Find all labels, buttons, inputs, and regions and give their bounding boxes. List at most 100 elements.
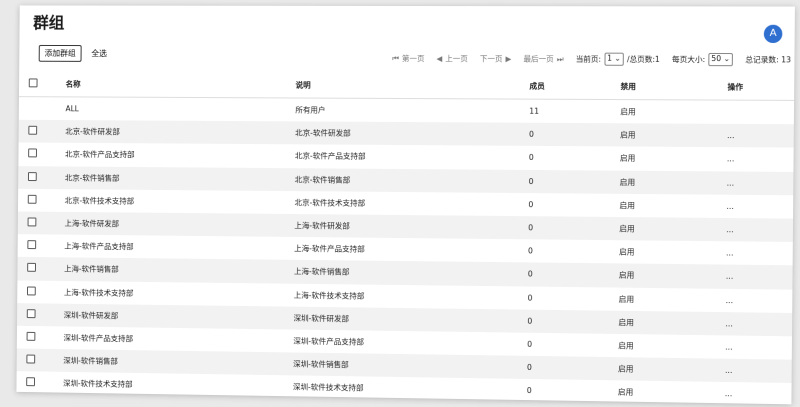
group-status: 启用 bbox=[618, 217, 720, 241]
row-actions-button[interactable]: ... bbox=[719, 335, 792, 360]
header-actions: 操作 bbox=[721, 73, 794, 100]
group-members: 0 bbox=[528, 123, 619, 147]
row-actions-button[interactable]: ... bbox=[721, 147, 794, 171]
row-checkbox[interactable] bbox=[28, 149, 37, 158]
row-checkbox[interactable] bbox=[26, 355, 35, 364]
group-desc: 北京-软件产品支持部 bbox=[294, 145, 528, 170]
header-disabled[interactable]: 禁用 bbox=[619, 73, 721, 100]
select-all-checkbox[interactable] bbox=[28, 78, 37, 87]
row-checkbox[interactable] bbox=[27, 218, 36, 227]
group-status: 启用 bbox=[618, 264, 720, 289]
group-name[interactable]: ALL bbox=[46, 97, 295, 122]
group-members: 0 bbox=[527, 263, 618, 287]
row-checkbox[interactable] bbox=[27, 172, 36, 181]
group-name[interactable]: 上海-软件销售部 bbox=[45, 257, 293, 283]
group-status: 启用 bbox=[617, 357, 719, 382]
group-members: 0 bbox=[526, 309, 617, 334]
header-name[interactable]: 名称 bbox=[46, 71, 295, 98]
group-members: 0 bbox=[526, 286, 617, 310]
row-actions-button[interactable]: ... bbox=[719, 382, 792, 407]
row-actions-button[interactable]: ... bbox=[720, 218, 793, 242]
next-page-link[interactable]: 下一页 bbox=[480, 53, 503, 64]
prev-page-icon: ◀ bbox=[436, 54, 442, 63]
group-desc: 所有用户 bbox=[294, 98, 528, 123]
group-status: 启用 bbox=[617, 381, 719, 406]
group-members: 0 bbox=[527, 216, 618, 240]
groups-page: 群组 A 添加群组 全选 ⏮ 第一页 ◀ 上一页 下一页 ▶ 最后一页 ⏭ 当前… bbox=[16, 5, 794, 404]
row-checkbox[interactable] bbox=[26, 286, 35, 295]
table-header-row: 名称 说明 成员 禁用 操作 bbox=[19, 71, 794, 101]
header-members[interactable]: 成员 bbox=[528, 72, 619, 99]
page-size-label: 每页大小: bbox=[672, 54, 705, 65]
row-checkbox[interactable] bbox=[27, 195, 36, 204]
total-records: 总记录数: 13 bbox=[745, 54, 791, 65]
group-status: 启用 bbox=[618, 194, 720, 218]
row-actions-button[interactable]: ... bbox=[719, 359, 792, 384]
group-status: 启用 bbox=[618, 287, 720, 312]
total-pages: /总页数:1 bbox=[627, 54, 660, 65]
group-status: 启用 bbox=[617, 334, 719, 359]
group-members: 0 bbox=[526, 356, 617, 381]
group-members: 0 bbox=[526, 379, 617, 404]
chevron-down-icon: ⌄ bbox=[614, 54, 620, 63]
group-members: 11 bbox=[528, 99, 619, 123]
last-page-link[interactable]: 最后一页 bbox=[523, 53, 553, 64]
add-group-button[interactable]: 添加群组 bbox=[39, 45, 82, 62]
group-status: 启用 bbox=[618, 240, 720, 264]
pagination: ⏮ 第一页 ◀ 上一页 下一页 ▶ 最后一页 ⏭ 当前页: 1 ⌄ /总页数:1… bbox=[392, 52, 791, 66]
group-status: 启用 bbox=[619, 170, 721, 194]
group-status: 启用 bbox=[617, 310, 719, 335]
chevron-down-icon: ⌄ bbox=[724, 54, 731, 63]
row-actions-button[interactable]: ... bbox=[720, 241, 793, 265]
first-page-link[interactable]: 第一页 bbox=[402, 53, 425, 64]
group-members: 0 bbox=[527, 193, 618, 217]
user-avatar[interactable]: A bbox=[764, 25, 783, 43]
group-desc: 上海-软件产品支持部 bbox=[293, 237, 527, 263]
group-desc: 上海-软件技术支持部 bbox=[293, 283, 527, 309]
first-page-icon: ⏮ bbox=[392, 53, 399, 63]
group-name[interactable]: 北京-软件产品支持部 bbox=[46, 143, 295, 168]
group-members: 0 bbox=[527, 239, 618, 263]
row-checkbox[interactable] bbox=[28, 126, 37, 135]
group-desc: 深圳-软件产品支持部 bbox=[292, 329, 526, 355]
group-name[interactable]: 上海-软件技术支持部 bbox=[44, 280, 292, 306]
group-name[interactable]: 北京-软件销售部 bbox=[45, 166, 293, 191]
group-desc: 上海-软件销售部 bbox=[293, 260, 527, 286]
row-actions-button[interactable]: ... bbox=[720, 265, 793, 289]
row-checkbox[interactable] bbox=[26, 378, 35, 387]
page-size-select[interactable]: 50 ⌄ bbox=[708, 53, 733, 66]
group-name[interactable]: 北京-软件研发部 bbox=[46, 120, 295, 145]
group-name[interactable]: 深圳-软件研发部 bbox=[44, 303, 292, 329]
group-desc: 深圳-软件研发部 bbox=[292, 306, 526, 332]
row-actions-button[interactable]: ... bbox=[719, 288, 792, 312]
row-actions-button[interactable] bbox=[721, 100, 794, 124]
row-actions-button[interactable]: ... bbox=[721, 124, 794, 148]
group-name[interactable]: 北京-软件技术支持部 bbox=[45, 189, 293, 214]
group-desc: 北京-软件研发部 bbox=[294, 122, 528, 147]
row-checkbox[interactable] bbox=[27, 240, 36, 249]
group-status: 启用 bbox=[619, 123, 721, 147]
group-members: 0 bbox=[528, 170, 619, 194]
next-page-icon: ▶ bbox=[506, 54, 512, 63]
group-name[interactable]: 上海-软件研发部 bbox=[45, 212, 293, 237]
group-desc: 北京-软件销售部 bbox=[294, 168, 528, 193]
group-name[interactable]: 深圳-软件技术支持部 bbox=[44, 372, 292, 399]
row-checkbox[interactable] bbox=[26, 309, 35, 318]
select-all-button[interactable]: 全选 bbox=[91, 46, 107, 61]
page-title: 群组 bbox=[33, 9, 64, 33]
group-members: 0 bbox=[528, 146, 619, 170]
row-checkbox[interactable] bbox=[27, 263, 36, 272]
group-members: 0 bbox=[526, 333, 617, 358]
row-actions-button[interactable]: ... bbox=[720, 171, 793, 195]
header-desc[interactable]: 说明 bbox=[294, 72, 528, 100]
row-actions-button[interactable]: ... bbox=[719, 312, 792, 336]
current-page-select[interactable]: 1 ⌄ bbox=[604, 53, 624, 66]
prev-page-link[interactable]: 上一页 bbox=[445, 53, 468, 64]
current-page-label: 当前页: bbox=[576, 54, 601, 65]
row-checkbox[interactable] bbox=[26, 332, 35, 341]
group-desc: 深圳-软件技术支持部 bbox=[292, 376, 526, 403]
group-name[interactable]: 上海-软件产品支持部 bbox=[45, 235, 293, 261]
group-status: 启用 bbox=[619, 100, 721, 124]
row-actions-button[interactable]: ... bbox=[720, 194, 793, 218]
group-desc: 上海-软件研发部 bbox=[293, 214, 527, 239]
